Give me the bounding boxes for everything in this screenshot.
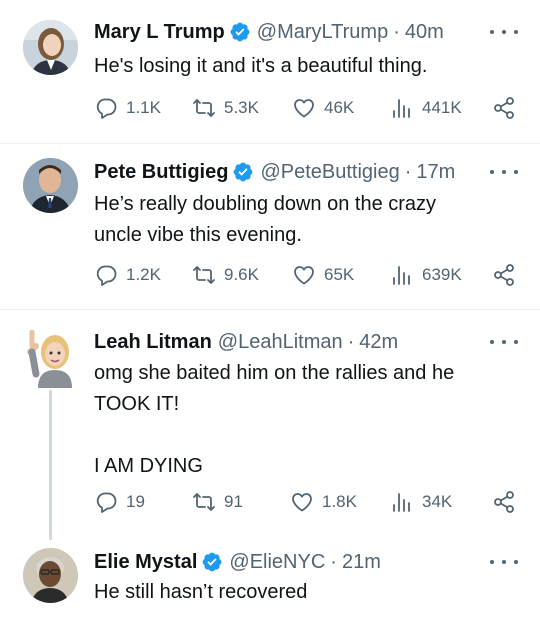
tweet-timestamp[interactable]: 42m bbox=[359, 331, 398, 354]
verified-badge-icon bbox=[201, 551, 223, 573]
share-button[interactable] bbox=[492, 96, 516, 120]
tweet-leah-litman[interactable]: Leah Litman @LeahLitman · 42m omg she ba… bbox=[0, 310, 540, 540]
retweet-icon bbox=[193, 266, 215, 284]
reply-icon bbox=[96, 492, 117, 513]
views-icon bbox=[393, 493, 410, 512]
avatar-mary-trump[interactable] bbox=[23, 20, 78, 75]
tweet-text: He’s really doubling down on the crazy u… bbox=[94, 193, 437, 246]
retweet-button[interactable]: 9.6K bbox=[192, 263, 259, 287]
verified-badge-icon bbox=[232, 161, 254, 183]
reply-button[interactable]: 1.2K bbox=[94, 263, 161, 287]
more-options-icon[interactable] bbox=[490, 162, 518, 182]
tweet-timestamp[interactable]: 40m bbox=[405, 21, 444, 44]
reply-button[interactable]: 19 bbox=[94, 490, 145, 514]
tweet-header: Elie Mystal @ElieNYC · 21m bbox=[94, 548, 381, 576]
author-handle[interactable]: @LeahLitman bbox=[218, 331, 343, 354]
tweet-text: He's losing it and it's a beautiful thin… bbox=[94, 55, 428, 77]
like-button[interactable]: 46K bbox=[292, 96, 354, 120]
tweet-header: Mary L Trump @MaryLTrump · 40m bbox=[94, 18, 444, 46]
author-name[interactable]: Pete Buttigieg bbox=[94, 161, 228, 184]
like-count: 65K bbox=[324, 265, 355, 284]
like-icon bbox=[292, 493, 312, 512]
author-handle[interactable]: @PeteButtigieg bbox=[260, 161, 399, 184]
avatar-pete-buttigieg[interactable] bbox=[23, 158, 78, 213]
tweet-elie-mystal[interactable]: Elie Mystal @ElieNYC · 21m He still hasn… bbox=[0, 540, 540, 626]
views-button[interactable]: 34K bbox=[390, 490, 452, 514]
like-button[interactable]: 1.8K bbox=[290, 490, 357, 514]
views-button[interactable]: 441K bbox=[390, 96, 462, 120]
views-count: 639K bbox=[422, 265, 462, 284]
views-icon bbox=[393, 266, 410, 285]
views-count: 34K bbox=[422, 492, 453, 511]
like-count: 1.8K bbox=[322, 492, 357, 511]
share-icon bbox=[494, 264, 514, 286]
tweet-header: Pete Buttigieg @PeteButtigieg · 17m bbox=[94, 158, 455, 186]
reply-button[interactable]: 1.1K bbox=[94, 96, 161, 120]
more-options-icon[interactable] bbox=[490, 332, 518, 352]
retweet-count: 9.6K bbox=[224, 265, 259, 284]
separator-dot: · bbox=[404, 160, 412, 183]
retweet-count: 5.3K bbox=[224, 98, 259, 117]
tweet-timestamp[interactable]: 17m bbox=[416, 161, 455, 184]
avatar-leah-litman[interactable] bbox=[22, 329, 80, 388]
retweet-count: 91 bbox=[224, 492, 243, 511]
views-button[interactable]: 639K bbox=[390, 263, 462, 287]
separator-dot: · bbox=[347, 330, 355, 353]
tweet-mary-trump[interactable]: Mary L Trump @MaryLTrump · 40m He's losi… bbox=[0, 0, 540, 144]
author-handle[interactable]: @ElieNYC bbox=[229, 551, 325, 574]
like-icon bbox=[294, 99, 314, 118]
share-icon bbox=[494, 97, 514, 119]
tweet-timestamp[interactable]: 21m bbox=[342, 551, 381, 574]
retweet-icon bbox=[193, 99, 215, 117]
separator-dot: · bbox=[393, 20, 400, 43]
retweet-button[interactable]: 5.3K bbox=[192, 96, 259, 120]
reply-count: 1.2K bbox=[126, 265, 161, 284]
tweet-actions: 19 91 1.8K 34K bbox=[94, 488, 520, 516]
author-handle[interactable]: @MaryLTrump bbox=[257, 21, 388, 44]
reply-icon bbox=[96, 265, 117, 286]
tweet-header: Leah Litman @LeahLitman · 42m bbox=[94, 328, 398, 356]
views-icon bbox=[393, 99, 410, 118]
retweet-icon bbox=[193, 493, 215, 511]
avatar-elie-mystal[interactable] bbox=[23, 548, 78, 603]
share-button[interactable] bbox=[492, 263, 516, 287]
reply-count: 19 bbox=[126, 492, 145, 511]
more-options-icon[interactable] bbox=[490, 22, 518, 42]
reply-icon bbox=[96, 98, 117, 119]
tweet-text: He still hasn’t recovered bbox=[94, 581, 308, 603]
verified-badge-icon bbox=[229, 21, 251, 43]
thread-connector-line bbox=[49, 390, 52, 540]
separator-dot: · bbox=[330, 550, 337, 573]
retweet-button[interactable]: 91 bbox=[192, 490, 243, 514]
tweet-actions: 1.2K 9.6K 65K 639K bbox=[94, 261, 520, 289]
tweet-pete-buttigieg[interactable]: Pete Buttigieg @PeteButtigieg · 17m He’s… bbox=[0, 144, 540, 310]
like-count: 46K bbox=[324, 98, 355, 117]
like-icon bbox=[294, 266, 314, 285]
tweet-text: omg she baited him on the rallies and he… bbox=[94, 362, 455, 477]
reply-count: 1.1K bbox=[126, 98, 161, 117]
share-button[interactable] bbox=[492, 490, 516, 514]
tweet-actions: 1.1K 5.3K 46K 441K bbox=[94, 94, 520, 122]
author-name[interactable]: Leah Litman bbox=[94, 331, 212, 354]
more-options-icon[interactable] bbox=[490, 552, 518, 572]
like-button[interactable]: 65K bbox=[292, 263, 354, 287]
share-icon bbox=[494, 491, 514, 513]
views-count: 441K bbox=[422, 98, 462, 117]
author-name[interactable]: Elie Mystal bbox=[94, 551, 197, 574]
author-name[interactable]: Mary L Trump bbox=[94, 21, 225, 44]
